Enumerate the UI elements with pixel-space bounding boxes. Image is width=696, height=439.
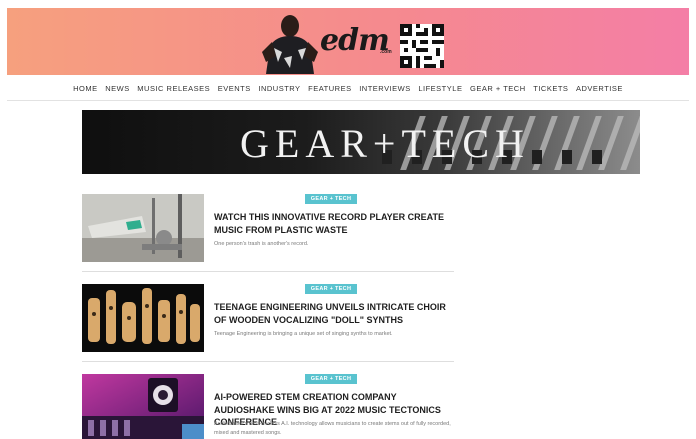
nav-item-tickets[interactable]: TICKETS	[533, 80, 568, 98]
category-tag[interactable]: GEAR + TECH	[305, 194, 357, 204]
article-thumbnail[interactable]	[82, 284, 204, 352]
article-thumbnail[interactable]	[82, 374, 204, 439]
nav-item-features[interactable]: FEATURES	[308, 80, 351, 98]
record-player-image	[82, 194, 204, 262]
nav-divider	[7, 100, 689, 101]
wooden-synths-image	[82, 284, 204, 352]
nav-item-home[interactable]: HOME	[73, 80, 98, 98]
dj-photo	[262, 15, 318, 74]
category-banner: GEAR+TECH	[82, 110, 640, 174]
article-card[interactable]: GEAR + TECH TEENAGE ENGINEERING UNVEILS …	[82, 284, 454, 362]
nav-item-events[interactable]: EVENTS	[218, 80, 251, 98]
nav-item-advertise[interactable]: ADVERTISE	[576, 80, 623, 98]
nav-item-news[interactable]: NEWS	[105, 80, 130, 98]
studio-image	[82, 374, 204, 439]
nav-item-lifestyle[interactable]: LIFESTYLE	[418, 80, 462, 98]
article-card[interactable]: GEAR + TECH AI-POWERED STEM CREATION COM…	[82, 374, 454, 439]
nav-item-music-releases[interactable]: MUSIC RELEASES	[137, 80, 210, 98]
article-summary: One person's trash is another's record.	[214, 241, 309, 247]
article-headline[interactable]: TEENAGE ENGINEERING UNVEILS INTRICATE CH…	[214, 301, 454, 326]
article-summary: Teenage Engineering is bringing a unique…	[214, 331, 393, 337]
nav-item-industry[interactable]: INDUSTRY	[258, 80, 300, 98]
site-logo-suffix: .com	[380, 49, 392, 55]
site-logo[interactable]: edm	[320, 26, 390, 56]
article-divider	[82, 361, 454, 362]
article-divider	[82, 271, 454, 272]
article-summary: AudioShake's best-in-class A.I. technolo…	[214, 421, 451, 436]
main-nav: HOME NEWS MUSIC RELEASES EVENTS INDUSTRY…	[0, 80, 696, 98]
category-tag[interactable]: GEAR + TECH	[305, 374, 357, 384]
nav-item-gear-tech[interactable]: GEAR + TECH	[470, 80, 526, 98]
article-thumbnail[interactable]	[82, 194, 204, 262]
banner-title: GEAR+TECH	[240, 121, 530, 166]
article-headline[interactable]: WATCH THIS INNOVATIVE RECORD PLAYER CREA…	[214, 211, 454, 236]
category-tag[interactable]: GEAR + TECH	[305, 284, 357, 294]
qr-code	[400, 24, 444, 68]
nav-item-interviews[interactable]: INTERVIEWS	[359, 80, 411, 98]
article-card[interactable]: GEAR + TECH WATCH THIS INNOVATIVE RECORD…	[82, 194, 454, 272]
